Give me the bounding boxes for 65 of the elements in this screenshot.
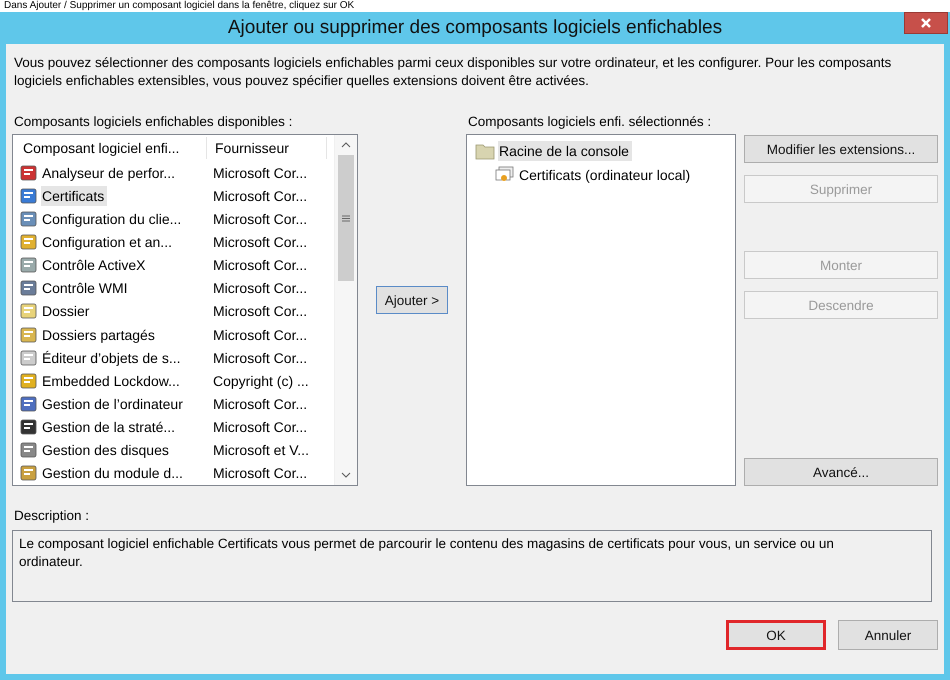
close-button[interactable] (904, 12, 948, 34)
snap-in-name[interactable]: Analyseur de perfor... (41, 162, 178, 183)
vendor-cell-text: Microsoft et V... (212, 442, 309, 458)
snap-in-name[interactable]: Éditeur d’objets de s... (41, 348, 184, 368)
dialog-button[interactable]: OK (726, 620, 826, 650)
snap-in-icon (19, 417, 39, 438)
snap-in-icon (19, 463, 39, 484)
window-title: Ajouter ou supprimer des composants logiciels enfichables (226, 17, 724, 39)
intro-text: Vous pouvez sélectionner des composants logiciels enfichables parmi ceux disponibles sur votre ordinateur, et les configurer. Pour les composants logiciels enfichables extensibles, vous pouvez spécifier quelles extensions doivent être activées. (13, 54, 892, 90)
snap-in-name[interactable]: Embedded Lockdow... (41, 370, 183, 391)
snap-in-name[interactable]: Dossier (41, 301, 92, 322)
snap-in-name[interactable]: Configuration et an... (41, 232, 175, 252)
snap-in-icon (19, 208, 39, 229)
list-label: Composants logiciels enfi. sélectionnés : (467, 114, 712, 131)
snap-in-icon (19, 440, 39, 460)
snap-in-icon (19, 232, 39, 252)
snap-in-icon (19, 186, 39, 206)
snap-in-name[interactable]: Gestion de la straté... (41, 417, 178, 438)
snap-in-icon (19, 301, 39, 322)
list-label: Composants logiciels enfichables disponibles : (13, 114, 294, 131)
scrollbar-thumb[interactable] (338, 155, 354, 281)
advanced-button[interactable]: Avancé... (744, 458, 938, 486)
vendor-cell-text: Microsoft Cor... (212, 188, 308, 204)
vendor-cell-text: Microsoft Cor... (212, 164, 308, 181)
vendor-cell-text: Microsoft Cor... (212, 465, 308, 482)
snap-in-name[interactable]: Configuration du clie... (41, 208, 184, 229)
certificate-icon (495, 166, 515, 184)
vendor-cell-text: Microsoft Cor... (212, 419, 308, 436)
snap-in-icon (19, 370, 39, 391)
tree-item[interactable]: Racine de la console (498, 141, 632, 161)
snap-in-icon (19, 324, 39, 345)
vendor-cell-text: Microsoft Cor... (212, 350, 308, 366)
grip-icon (342, 214, 350, 222)
close-icon (920, 17, 932, 29)
vendor-cell-text: Microsoft Cor... (212, 210, 308, 227)
vendor-cell-text: Microsoft Cor... (212, 396, 308, 412)
caption: Dans Ajouter / Supprimer un composant logiciel dans la fenêtre, cliquez sur OK (3, 0, 356, 12)
snap-in-icon (19, 394, 39, 414)
snap-in-name[interactable]: Certificats (41, 186, 108, 206)
snap-in-icon (19, 162, 39, 183)
tree-item[interactable]: Certificats (ordinateur local) (518, 165, 694, 185)
chevron-down-icon (341, 472, 351, 478)
folder-icon (475, 142, 495, 160)
vendor-cell-text: Microsoft Cor... (212, 257, 308, 274)
vendor-cell-text: Microsoft Cor... (212, 303, 308, 320)
snap-in-name[interactable]: Gestion des disques (41, 440, 172, 460)
snap-in-icon (19, 278, 39, 298)
snap-in-name[interactable]: Dossiers partagés (41, 324, 158, 345)
snap-in-icon (19, 348, 39, 368)
snap-in-name[interactable]: Gestion de l’ordinateur (41, 394, 186, 414)
snap-in-name[interactable]: Contrôle ActiveX (41, 255, 148, 276)
add-button[interactable]: Ajouter > (376, 286, 448, 314)
description-label: Description : (13, 508, 90, 525)
snap-in-name[interactable]: Gestion du module d... (41, 463, 186, 484)
description-text: Le composant logiciel enfichable Certificats vous permet de parcourir le contenu des magasins de certificats pour vous, un service ou un ordinateur. (12, 530, 932, 602)
dialog-button[interactable]: Annuler (838, 620, 938, 650)
snap-in-name[interactable]: Contrôle WMI (41, 278, 131, 298)
scrollbar[interactable] (334, 135, 357, 485)
vendor-cell-text: Microsoft Cor... (212, 326, 308, 343)
chevron-up-icon (341, 142, 351, 148)
vendor-cell-text: Microsoft Cor... (212, 234, 308, 250)
side-button[interactable]: Modifier les extensions... (744, 135, 938, 163)
vendor-cell-text: Copyright (c) ... (212, 372, 309, 389)
vendor-cell-text: Microsoft Cor... (212, 280, 308, 296)
snap-in-icon (19, 255, 39, 276)
